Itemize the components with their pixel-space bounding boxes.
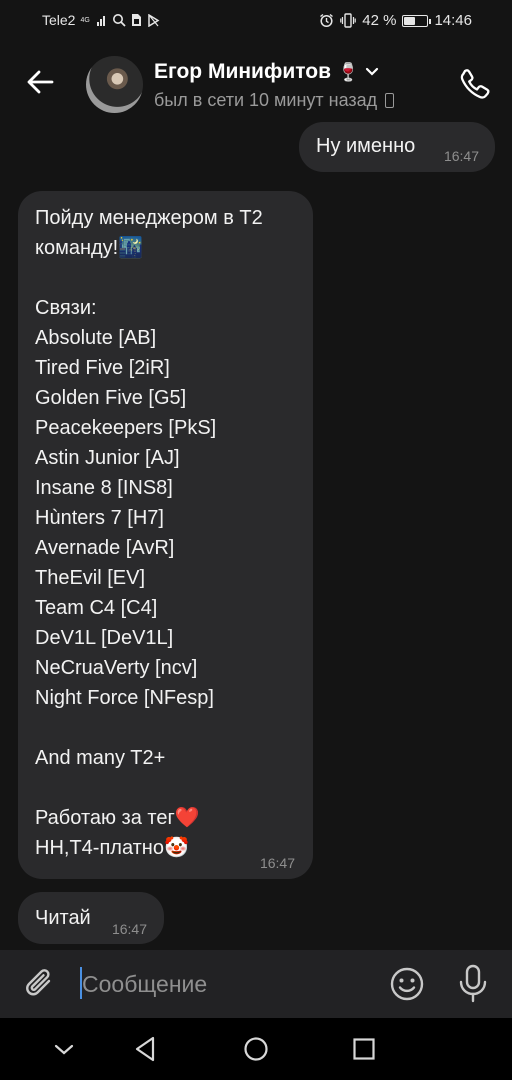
message-time: 16:47 [259,855,295,871]
nav-home-button[interactable] [239,1032,273,1066]
battery-percent: 42 % [362,12,397,29]
message-composer [0,950,512,1018]
media-play-icon [147,13,160,27]
smiley-icon [390,967,424,1001]
microphone-icon [459,964,487,1003]
message-text: Пойду менеджером в Т2 команду!🌃 Связи: A… [35,207,263,859]
message-outgoing[interactable]: Ну именно 16:47 [299,122,495,172]
voice-message-button[interactable] [453,962,493,1006]
emoji-button[interactable] [387,964,427,1004]
message-incoming[interactable]: Пойду менеджером в Т2 команду!🌃 Связи: A… [18,191,313,879]
status-left: Tele2 4G [42,12,160,28]
clock: 14:46 [434,12,472,29]
message-time: 16:47 [443,148,479,164]
carrier-label: Tele2 [42,12,76,28]
message-input[interactable] [82,967,372,1001]
message-incoming[interactable]: Читай 16:47 [18,892,164,944]
chat-header: Егор Минифитов 🍷 был в сети 10 минут наз… [0,44,512,124]
back-button[interactable] [22,64,58,100]
paperclip-icon [26,969,51,996]
message-text: Читай [35,907,91,929]
network-type-label: 4G [80,16,90,24]
battery-icon [402,14,432,27]
last-seen-text: был в сети 10 минут назад [154,90,378,110]
status-right: 42 % 14:46 [319,12,472,29]
alarm-icon [319,13,334,28]
status-bar: Tele2 4G 42 % 14:46 [0,0,512,44]
mobile-device-icon [385,93,395,108]
home-circle-icon [244,1037,268,1061]
chevron-down-icon [54,1044,74,1055]
message-time: 16:47 [111,921,147,937]
contact-name-emoji: 🍷 [337,61,360,82]
search-icon [112,13,127,27]
navigation-bar [0,1018,512,1080]
hide-keyboard-button[interactable] [47,1032,81,1066]
back-triangle-icon [135,1036,155,1062]
contact-name-row[interactable]: Егор Минифитов 🍷 [154,60,379,84]
signal-icon [97,14,107,26]
recents-square-icon [353,1038,375,1060]
nav-back-button[interactable] [129,1032,163,1066]
nav-recents-button[interactable] [347,1032,381,1066]
sim-card-icon [131,13,142,27]
contact-status: был в сети 10 минут назад [154,90,395,111]
battery-level [404,16,415,25]
call-button[interactable] [454,64,494,104]
attach-button[interactable] [20,964,60,1004]
phone-icon [460,69,490,99]
chevron-down-icon [366,67,379,76]
contact-name: Егор Минифитов [154,60,331,83]
vibrate-icon [340,13,357,28]
back-arrow-icon [27,70,54,94]
message-text: Ну именно [316,135,416,157]
contact-avatar[interactable] [86,56,143,113]
